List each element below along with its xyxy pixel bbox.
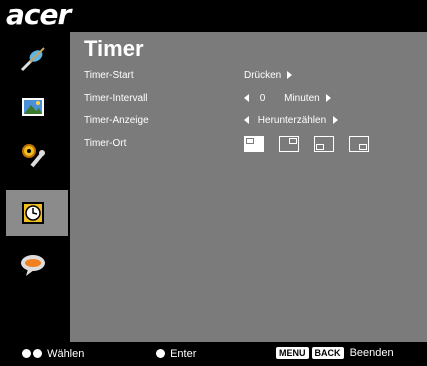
timer-location-label: Timer-Ort (84, 138, 127, 149)
timer-start-label: Timer-Start (84, 70, 134, 81)
position-top-right-option[interactable] (279, 136, 299, 152)
bottom-right-marker (359, 144, 367, 150)
timer-interval-value[interactable]: 0 Minuten (244, 93, 332, 104)
gears-icon (22, 144, 45, 168)
back-key: BACK (311, 347, 344, 359)
position-top-left-option[interactable] (244, 136, 264, 152)
down-button-icon (33, 349, 42, 358)
timer-clock-icon (22, 202, 44, 224)
position-bottom-right-option[interactable] (349, 136, 369, 152)
up-button-icon (22, 349, 31, 358)
top-left-marker (246, 138, 254, 144)
arrow-left-icon[interactable] (244, 116, 249, 124)
top-bar: acer (0, 0, 427, 32)
sidebar (0, 32, 70, 342)
exit-hint: MENU BACK Beenden (276, 347, 394, 359)
timer-start-value[interactable]: Drücken (244, 70, 293, 81)
enter-button-icon (156, 349, 165, 358)
bottom-hint-bar: Wählen Enter MENU BACK Beenden (0, 342, 427, 366)
sidebar-item-image[interactable] (0, 84, 70, 130)
arrow-right-icon[interactable] (326, 94, 332, 102)
select-hint: Wählen (22, 348, 84, 360)
menu-key: MENU (276, 347, 309, 359)
timer-display-label: Timer-Anzeige (84, 115, 149, 126)
arrow-right-icon[interactable] (287, 71, 293, 79)
timer-display-value[interactable]: Herunterzählen (244, 115, 338, 126)
picture-icon (22, 98, 44, 116)
enter-hint: Enter (156, 348, 196, 360)
timer-panel: Timer Timer-Start Drücken Timer-Interval… (70, 32, 427, 342)
arrow-right-icon[interactable] (332, 116, 338, 124)
acer-logo: acer (6, 0, 71, 31)
page-title: Timer (84, 36, 144, 61)
timer-interval-label: Timer-Intervall (84, 93, 148, 104)
wrench-brush-icon (20, 47, 45, 72)
sidebar-item-settings[interactable] (0, 132, 70, 178)
arrow-left-icon[interactable] (244, 94, 249, 102)
sidebar-item-language[interactable] (0, 242, 70, 288)
sidebar-item-timer[interactable] (6, 190, 68, 236)
bottom-left-marker (316, 144, 324, 150)
language-bubble-icon (21, 255, 45, 276)
position-bottom-left-option[interactable] (314, 136, 334, 152)
sidebar-item-color[interactable] (0, 36, 70, 82)
top-right-marker (289, 138, 297, 144)
